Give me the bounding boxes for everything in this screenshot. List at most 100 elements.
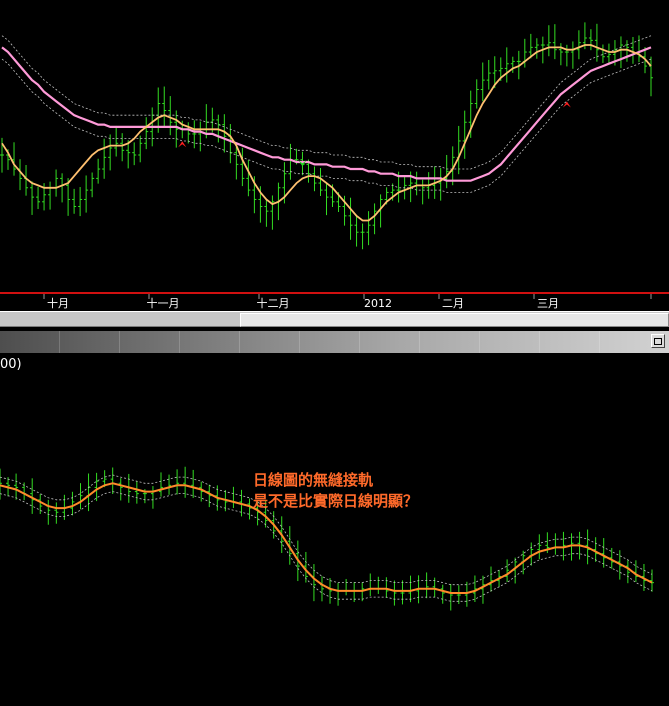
price-bar [593,537,598,562]
price-bar [650,569,654,592]
price-bar [228,124,233,164]
splitter-tile [240,331,300,353]
price-bar [489,566,494,592]
price-bar [392,580,397,606]
price-bar [474,79,479,109]
price-bar [60,173,65,203]
price-bar [162,86,167,127]
price-bar [86,473,91,512]
price-bar [96,158,101,184]
long-moving-average-line-band [1,58,652,193]
price-bar [348,197,353,240]
price-bar [70,491,75,516]
price-bar [144,117,149,150]
price-bar [78,187,83,217]
scrollbar-thumb[interactable] [240,313,669,327]
price-bar [486,59,491,90]
price-bar [150,486,155,509]
splitter-tile [540,331,600,353]
splitter-tile [0,331,60,353]
restore-window-icon[interactable] [651,334,665,348]
splitter-tile [300,331,360,353]
price-bar [505,559,510,582]
price-bar [247,498,252,520]
price-bar [311,564,316,602]
price-bar [134,480,139,504]
splitter-tile [480,331,540,353]
price-bar [231,486,236,509]
price-bar [636,35,641,63]
price-bar [372,203,377,235]
price-bar [618,36,623,69]
price-bar [48,181,53,210]
main-price-chart [0,22,653,250]
price-bar [630,36,635,64]
time-axis: 十月 十一月 十二月 2012 二月 三月 [0,292,669,312]
price-bar [576,30,581,60]
time-tick-label: 二月 [442,297,464,310]
price-bar [444,154,449,189]
price-bar [480,575,485,604]
annotation-line-2: 是不是比實際日線明顯？ [253,492,419,510]
price-bar [448,583,453,611]
price-bar [114,125,119,157]
price-bar [110,467,115,494]
price-bar [192,120,197,149]
buy-signal-arrow-icon [562,101,571,108]
time-tick-label: 三月 [537,297,559,310]
time-tick-label: 十二月 [257,296,290,310]
splitter-tile [60,331,120,353]
price-bar [564,44,569,67]
price-bar [464,581,469,607]
buy-signal-arrow-icon [178,141,187,148]
splitter-tile [180,331,240,353]
price-bar [84,175,89,213]
price-bar [438,167,443,201]
price-bar [102,138,107,179]
price-bar [30,181,35,215]
price-bar [456,125,461,175]
price-bar [12,142,17,176]
price-bar [0,468,2,500]
price-bar [534,38,539,59]
panel-splitter-bar[interactable] [0,331,669,353]
secondary-price-chart [0,466,654,611]
price-bar [424,572,429,599]
price-bar [553,533,558,555]
price-bar [546,25,551,57]
price-bar [504,47,509,83]
price-bar [319,576,324,602]
splitter-tile [420,331,480,353]
price-bar [0,137,4,173]
price-bar [36,186,41,210]
panel-label: 00) [0,357,22,372]
price-bar [570,41,575,69]
price-bar [625,560,630,584]
price-bar [270,195,275,230]
price-bar [288,143,293,180]
time-tick-label: 2012 [364,297,392,310]
price-bar [324,183,329,216]
price-bar [54,502,59,524]
time-tick-label: 十一月 [147,296,180,310]
price-bar [480,62,485,102]
price-bar [90,172,95,198]
price-bar [537,534,542,560]
price-bar [472,575,477,603]
price-bar [344,578,349,596]
price-bar [312,166,317,192]
price-bar [120,133,125,162]
price-bar [46,499,51,525]
price-bar [606,43,611,65]
price-bar [558,43,563,66]
price-bar [354,214,359,247]
horizontal-scrollbar[interactable] [0,311,669,327]
price-bar [649,56,653,97]
price-bar [158,472,163,497]
price-bar [246,160,251,197]
price-bar [138,135,143,163]
price-bar [462,110,467,159]
price-bar [54,169,59,197]
price-bar [414,171,419,196]
price-bar [360,223,365,250]
